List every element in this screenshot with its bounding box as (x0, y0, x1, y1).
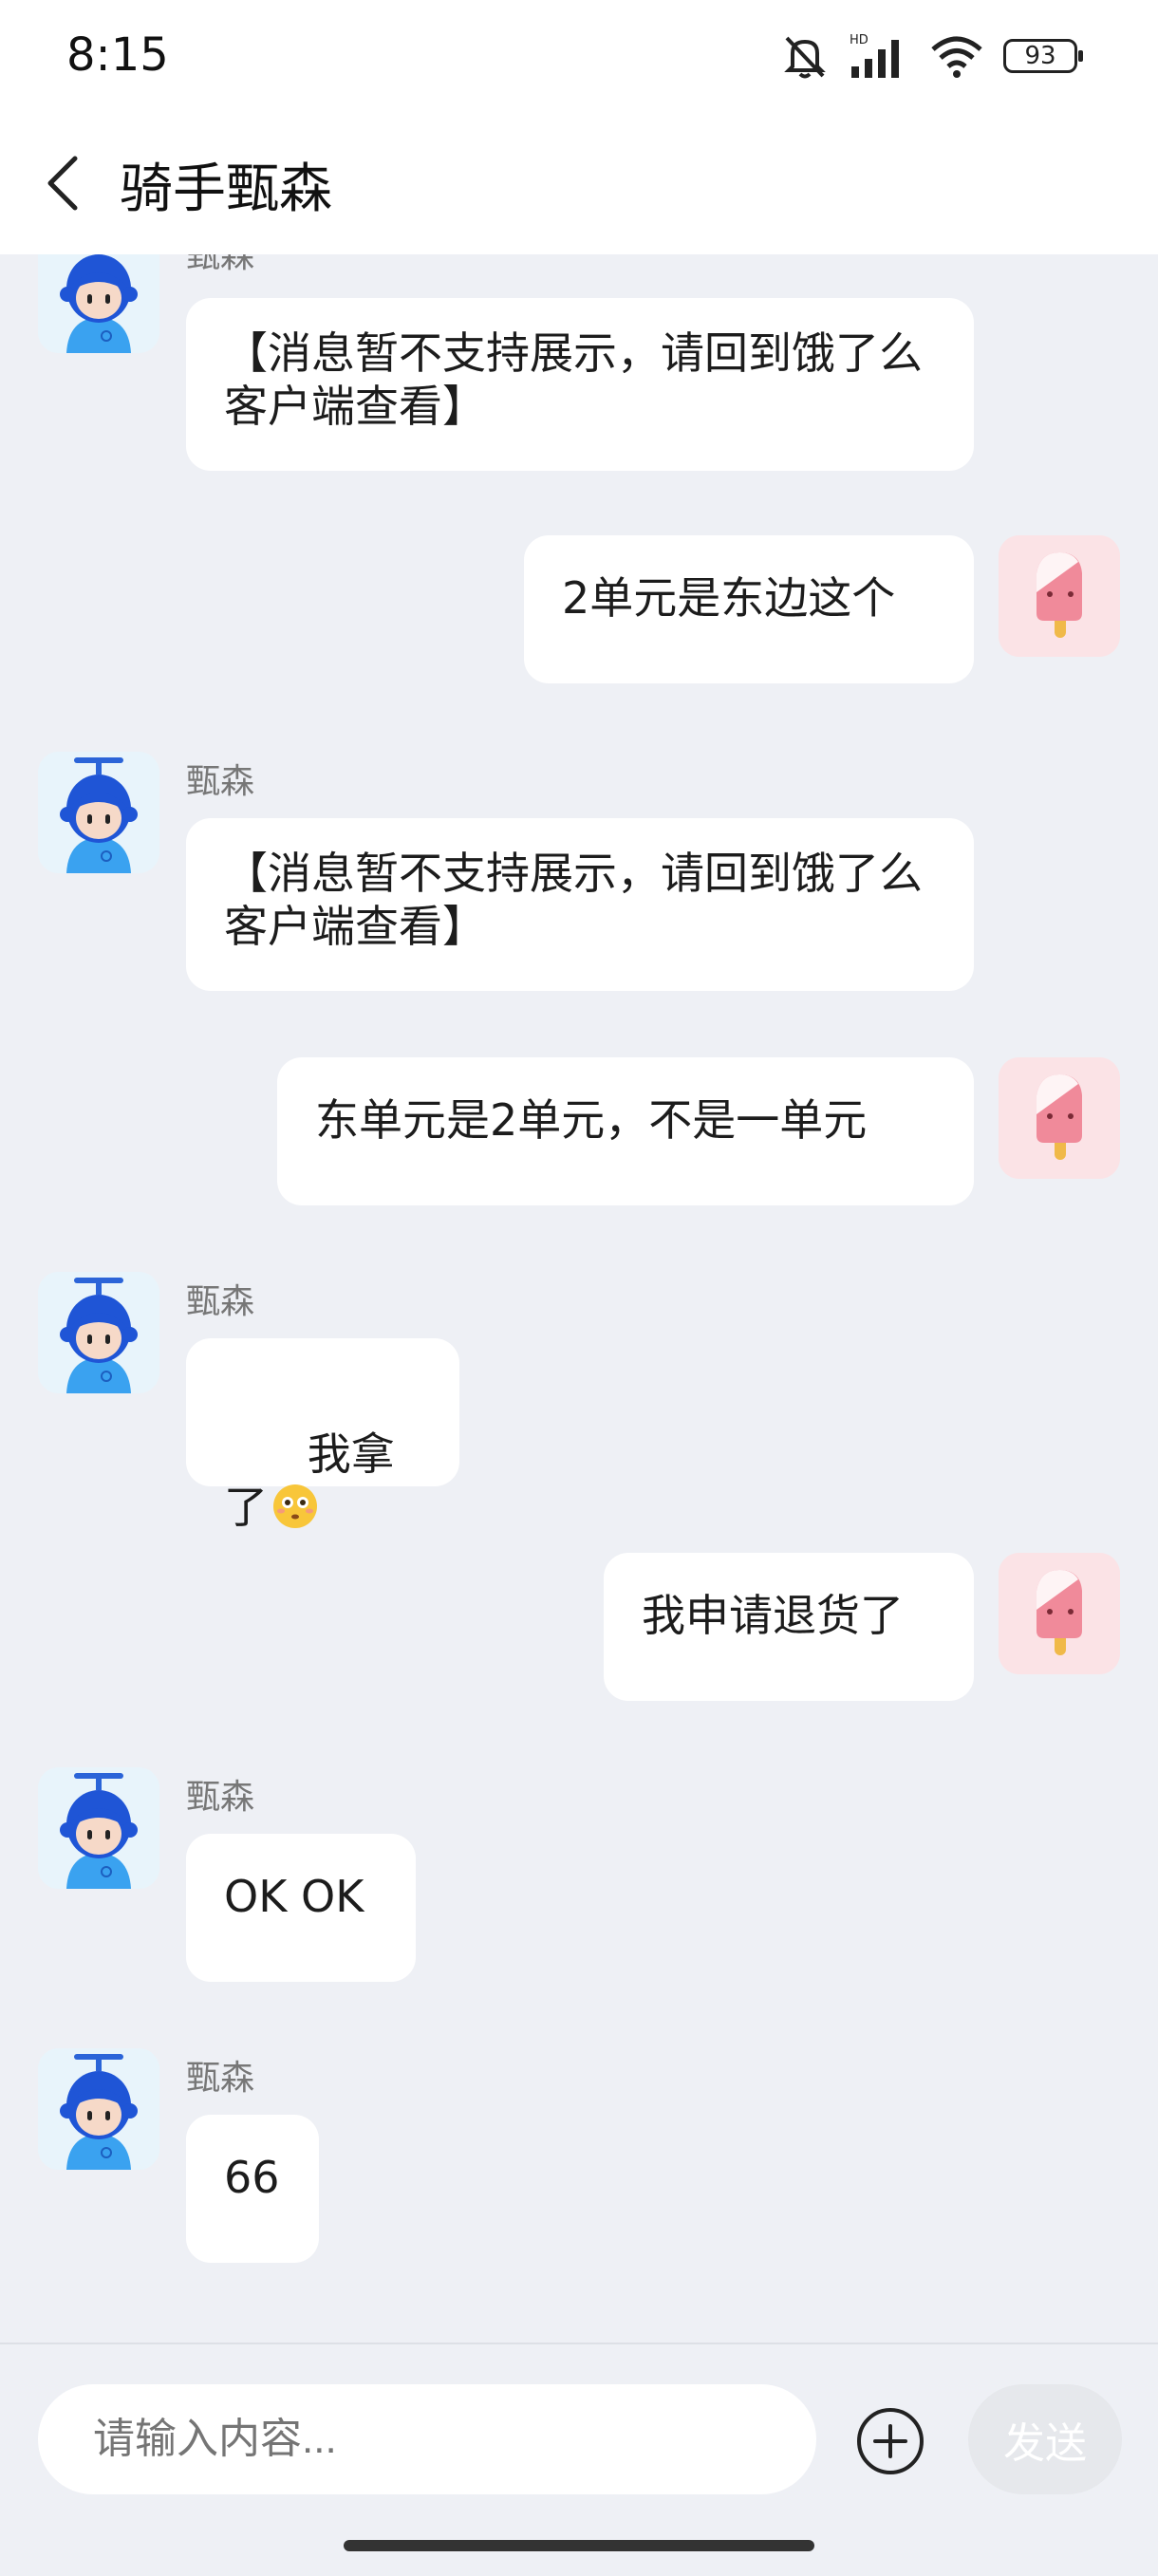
battery-icon: 93 (1003, 39, 1083, 73)
my-avatar[interactable] (999, 1553, 1120, 1674)
message-input[interactable] (38, 2384, 816, 2494)
plus-circle-icon[interactable] (854, 2405, 926, 2477)
message-me: 东单元是2单元，不是一单元 (0, 1057, 1158, 1209)
chevron-left-icon (47, 156, 78, 211)
sender-name: 甄森 (186, 1778, 255, 1817)
rider-avatar[interactable] (38, 2048, 159, 2170)
message-bubble[interactable]: 2单元是东边这个 (524, 535, 974, 683)
status-time: 8:15 (66, 28, 169, 82)
rider-avatar[interactable] (38, 1272, 159, 1393)
sender-name: 甄森 (186, 2059, 255, 2098)
my-avatar[interactable] (999, 1057, 1120, 1179)
status-icons: HD 93 (779, 32, 1083, 80)
my-avatar[interactable] (999, 535, 1120, 657)
chat-header: 骑手甄森 (0, 112, 1158, 254)
message-rider: 甄森 OK OK (0, 1767, 1158, 1995)
chat-title: 骑手甄森 (120, 159, 332, 220)
wifi-icon (931, 36, 982, 78)
back-button[interactable] (28, 150, 95, 216)
send-button[interactable]: 发送 (968, 2384, 1122, 2494)
message-list[interactable]: 甄森 【消息暂不支持展示，请回到饿了么 客户端查看】 2单元是东边这个 甄森 【… (0, 254, 1158, 2343)
message-bubble[interactable]: 【消息暂不支持展示，请回到饿了么 客户端查看】 (186, 818, 974, 991)
message-bubble[interactable]: 【消息暂不支持展示，请回到饿了么 客户端查看】 (186, 298, 974, 471)
signal-icon: HD (850, 33, 899, 78)
sender-name: 甄森 (186, 254, 255, 275)
message-bubble[interactable]: OK OK (186, 1834, 416, 1982)
message-rider: 甄森 我拿了 (0, 1272, 1158, 1533)
mute-bell-icon (784, 36, 826, 79)
message-bubble[interactable]: 我拿了 (186, 1338, 459, 1533)
message-rider: 甄森 【消息暂不支持展示，请回到饿了么 客户端查看】 (0, 254, 1158, 482)
message-me: 2单元是东边这个 (0, 535, 1158, 687)
status-bar: 8:15 HD 93 (0, 0, 1158, 112)
message-bubble[interactable]: 我申请退货了 (604, 1553, 974, 1701)
message-rider: 甄森 66 (0, 2048, 1158, 2276)
rider-avatar[interactable] (38, 752, 159, 873)
message-bubble[interactable]: 东单元是2单元，不是一单元 (277, 1057, 974, 1205)
message-me: 我申请退货了 (0, 1553, 1158, 1705)
network-label: HD (850, 33, 868, 47)
message-rider: 甄森 【消息暂不支持展示，请回到饿了么 客户端查看】 (0, 752, 1158, 999)
message-bubble[interactable]: 66 (186, 2115, 319, 2263)
rider-avatar[interactable] (38, 1767, 159, 1889)
sender-name: 甄森 (186, 1282, 255, 1321)
rider-avatar[interactable] (38, 254, 159, 353)
flushed-face-emoji (273, 1484, 317, 1528)
sender-name: 甄森 (186, 762, 255, 801)
home-indicator[interactable] (344, 2540, 814, 2551)
